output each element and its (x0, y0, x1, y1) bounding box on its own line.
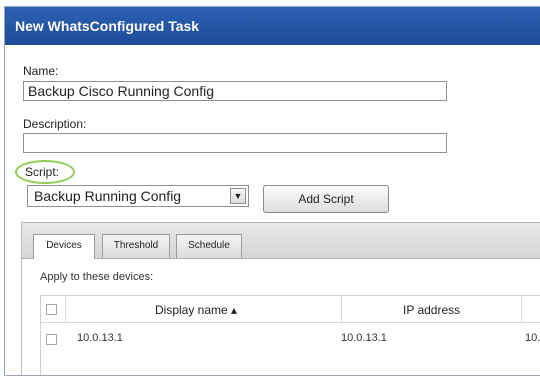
add-script-button[interactable]: Add Script (263, 185, 389, 213)
description-input[interactable] (23, 133, 447, 153)
script-label: Script: (25, 165, 60, 179)
column-divider (341, 296, 342, 322)
description-label: Description: (23, 117, 87, 131)
column-divider (65, 296, 66, 322)
script-select[interactable]: Backup Running Config ▼ (27, 185, 249, 207)
devices-table: Display name ▴ IP address 10.0.13.1 10.0… (40, 295, 540, 375)
dialog-title: New WhatsConfigured Task (15, 18, 200, 34)
devices-panel: Devices Threshold Schedule Apply to thes… (21, 222, 540, 375)
column-divider (521, 296, 522, 322)
name-label: Name: (23, 64, 59, 78)
script-select-value: Backup Running Config (34, 188, 182, 204)
cell-display-name: 10.0.13.1 (77, 332, 123, 344)
cell-extra: 10.0 (525, 332, 540, 344)
column-ip-address[interactable]: IP address (403, 303, 460, 317)
tab-threshold[interactable]: Threshold (102, 234, 170, 258)
tab-strip: Devices Threshold Schedule (22, 223, 540, 259)
column-display-name[interactable]: Display name ▴ (155, 303, 237, 317)
apply-devices-label: Apply to these devices: (40, 271, 154, 283)
table-header: Display name ▴ IP address (41, 296, 540, 323)
cell-ip-address: 10.0.13.1 (341, 332, 387, 344)
select-all-checkbox[interactable] (46, 304, 57, 315)
name-input[interactable] (23, 81, 447, 101)
row-checkbox[interactable] (46, 334, 57, 345)
dialog-title-bar: New WhatsConfigured Task (5, 7, 540, 45)
task-dialog: New WhatsConfigured Task Name: Descripti… (4, 6, 540, 376)
tab-schedule[interactable]: Schedule (176, 234, 242, 258)
tab-devices[interactable]: Devices (33, 234, 95, 259)
chevron-down-icon[interactable]: ▼ (230, 188, 246, 204)
